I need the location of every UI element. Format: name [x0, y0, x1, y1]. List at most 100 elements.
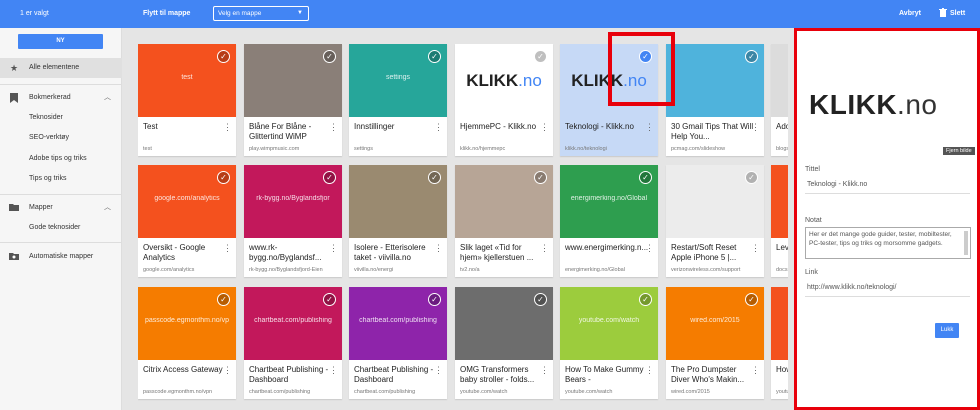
sidebar-item-auto-folders[interactable]: Automatiske mapper	[0, 247, 122, 267]
more-vert-icon[interactable]: ⋮	[751, 123, 760, 132]
bookmark-card[interactable]: ✓ 30 Gmail Tips That Will Help You... pcma…	[666, 44, 764, 156]
bookmark-thumbnail[interactable]: ✓	[244, 44, 342, 117]
bookmark-thumbnail[interactable]: youtube.com/watch ✓	[560, 287, 658, 360]
sidebar-item-tips[interactable]: Tips og triks	[0, 169, 122, 189]
bookmark-thumbnail[interactable]: ✓	[666, 44, 764, 117]
delete-button[interactable]: Slett	[950, 10, 965, 17]
more-vert-icon[interactable]: ⋮	[540, 366, 549, 375]
bookmark-thumbnail[interactable]: rk-bygg.no/Byglandsfjor ✓	[244, 165, 342, 238]
checkmark-icon[interactable]: ✓	[323, 171, 336, 184]
bookmark-card[interactable]: energimerking.no/Global ✓ www.energimerkin…	[560, 165, 658, 277]
more-vert-icon[interactable]: ⋮	[223, 366, 232, 375]
bookmark-thumbnail[interactable]	[771, 165, 788, 238]
bookmark-thumbnail[interactable]	[771, 44, 788, 117]
checkmark-icon[interactable]: ✓	[428, 293, 441, 306]
bookmark-card[interactable]: ✓ Restart/Soft Reset Apple iPhone 5 |... v…	[666, 165, 764, 277]
more-vert-icon[interactable]: ⋮	[645, 123, 654, 132]
sidebar-item-teknosider[interactable]: Teknosider	[0, 108, 122, 128]
more-vert-icon[interactable]: ⋮	[329, 123, 338, 132]
more-vert-icon[interactable]: ⋮	[645, 366, 654, 375]
bookmark-thumbnail[interactable]: chartbeat.com/publishing ✓	[244, 287, 342, 360]
title-field[interactable]: Teknologi - Klikk.no	[807, 181, 867, 188]
bookmark-card[interactable]: chartbeat.com/publishing ✓ Chartbeat Publi…	[244, 287, 342, 399]
bookmark-card[interactable]: How Rubiyoutu⋮	[771, 287, 788, 399]
bookmark-thumbnail[interactable]: chartbeat.com/publishing ✓	[349, 287, 447, 360]
more-vert-icon[interactable]: ⋮	[751, 244, 760, 253]
bookmark-thumbnail[interactable]: test ✓	[138, 44, 236, 117]
checkmark-icon[interactable]: ✓	[323, 50, 336, 63]
bookmark-thumbnail[interactable]: settings ✓	[349, 44, 447, 117]
checkmark-icon[interactable]: ✓	[745, 171, 758, 184]
checkmark-icon[interactable]: ✓	[428, 171, 441, 184]
bookmark-thumbnail[interactable]: energimerking.no/Global ✓	[560, 165, 658, 238]
more-vert-icon[interactable]: ⋮	[223, 244, 232, 253]
sidebar-item-good-techsites[interactable]: Gode teknosider	[0, 218, 122, 238]
checkmark-icon[interactable]: ✓	[639, 171, 652, 184]
chevron-up-icon[interactable]: ︿	[104, 88, 111, 108]
checkmark-icon[interactable]: ✓	[534, 171, 547, 184]
bookmark-thumbnail[interactable]: ✓	[455, 165, 553, 238]
bookmark-card[interactable]: ✓ Blåne For Blåne - Glittertind WiMP play.…	[244, 44, 342, 156]
more-vert-icon[interactable]: ⋮	[329, 244, 338, 253]
checkmark-icon[interactable]: ✓	[534, 50, 547, 63]
more-vert-icon[interactable]: ⋮	[329, 366, 338, 375]
bookmark-card[interactable]: chartbeat.com/publishing ✓ Chartbeat Publi…	[349, 287, 447, 399]
note-field[interactable]: Her er det mange gode guider, tester, mo…	[805, 227, 971, 259]
bookmark-card[interactable]: passcode.egmonthm.no/vp ✓ Citrix Access Ga…	[138, 287, 236, 399]
bookmark-thumbnail[interactable]: KLIKK.no ✓	[455, 44, 553, 117]
checkmark-icon[interactable]: ✓	[745, 293, 758, 306]
more-vert-icon[interactable]: ⋮	[645, 244, 654, 253]
link-label: Link	[805, 269, 818, 276]
bookmark-card[interactable]: Adob Lightblogs.a⋮	[771, 44, 788, 156]
new-button[interactable]: NY	[18, 34, 103, 49]
remove-image-button[interactable]: Fjern bilde	[943, 147, 975, 155]
bookmark-card[interactable]: ✓ Isolere - Etterisolere taket - viivilla…	[349, 165, 447, 277]
bookmark-thumbnail[interactable]	[771, 287, 788, 360]
scrollbar[interactable]	[964, 231, 968, 255]
bookmark-thumbnail[interactable]: wired.com/2015 ✓	[666, 287, 764, 360]
checkmark-icon[interactable]: ✓	[217, 171, 230, 184]
folder-select[interactable]: Velg en mappe ▼	[213, 6, 309, 21]
more-vert-icon[interactable]: ⋮	[434, 123, 443, 132]
bookmark-title: Teknologi - Klikk.no	[565, 122, 634, 131]
more-vert-icon[interactable]: ⋮	[540, 244, 549, 253]
bookmark-card[interactable]: youtube.com/watch ✓ How To Make Gummy Bear…	[560, 287, 658, 399]
more-vert-icon[interactable]: ⋮	[434, 366, 443, 375]
link-field[interactable]: http://www.klikk.no/teknologi/	[807, 284, 897, 291]
bookmark-card[interactable]: google.com/analytics ✓ Oversikt - Google A…	[138, 165, 236, 277]
bookmark-card[interactable]: test ✓ Test test ⋮	[138, 44, 236, 156]
cancel-button[interactable]: Avbryt	[899, 10, 921, 17]
bookmark-card[interactable]: settings ✓ Innstillinger settings ⋮	[349, 44, 447, 156]
bookmark-card[interactable]: ✓ Slik laget «Tid for hjem» kjellerstuen …	[455, 165, 553, 277]
more-vert-icon[interactable]: ⋮	[434, 244, 443, 253]
bookmark-card[interactable]: KLIKK.no ✓ HjemmePC - Klikk.no klikk.no/hje…	[455, 44, 553, 156]
close-button[interactable]: Lukk	[935, 323, 959, 338]
sidebar-item-adobe-tips[interactable]: Adobe tips og triks	[0, 149, 122, 169]
more-vert-icon[interactable]: ⋮	[540, 123, 549, 132]
sidebar-item-folders[interactable]: Mapper ︿	[0, 198, 122, 218]
checkmark-icon[interactable]: ✓	[323, 293, 336, 306]
checkmark-icon[interactable]: ✓	[745, 50, 758, 63]
bookmark-thumbnail[interactable]: ✓	[666, 165, 764, 238]
bookmark-card[interactable]: Leve sakedocs.g⋮	[771, 165, 788, 277]
trash-icon[interactable]	[938, 8, 948, 18]
sidebar-item-seo-tools[interactable]: SEO-verktøy	[0, 128, 122, 148]
chevron-up-icon[interactable]: ︿	[104, 198, 111, 218]
checkmark-icon[interactable]: ✓	[217, 50, 230, 63]
checkmark-icon[interactable]: ✓	[428, 50, 441, 63]
bookmark-thumbnail[interactable]: passcode.egmonthm.no/vp ✓	[138, 287, 236, 360]
bookmark-thumbnail[interactable]: google.com/analytics ✓	[138, 165, 236, 238]
bookmark-thumbnail[interactable]: ✓	[349, 165, 447, 238]
divider	[805, 193, 970, 194]
bookmark-card[interactable]: wired.com/2015 ✓ The Pro Dumpster Diver Wh…	[666, 287, 764, 399]
checkmark-icon[interactable]: ✓	[534, 293, 547, 306]
checkmark-icon[interactable]: ✓	[639, 293, 652, 306]
bookmark-card[interactable]: rk-bygg.no/Byglandsfjor ✓ www.rk-bygg.no/B…	[244, 165, 342, 277]
more-vert-icon[interactable]: ⋮	[223, 123, 232, 132]
bookmark-card[interactable]: ✓ OMG Transformers baby stroller - folds.…	[455, 287, 553, 399]
more-vert-icon[interactable]: ⋮	[751, 366, 760, 375]
sidebar-item-all-items[interactable]: ★ Alle elementene	[0, 58, 122, 78]
checkmark-icon[interactable]: ✓	[217, 293, 230, 306]
bookmark-thumbnail[interactable]: ✓	[455, 287, 553, 360]
sidebar-item-bookmark-bar[interactable]: Bokmerkerad ︿	[0, 88, 122, 108]
